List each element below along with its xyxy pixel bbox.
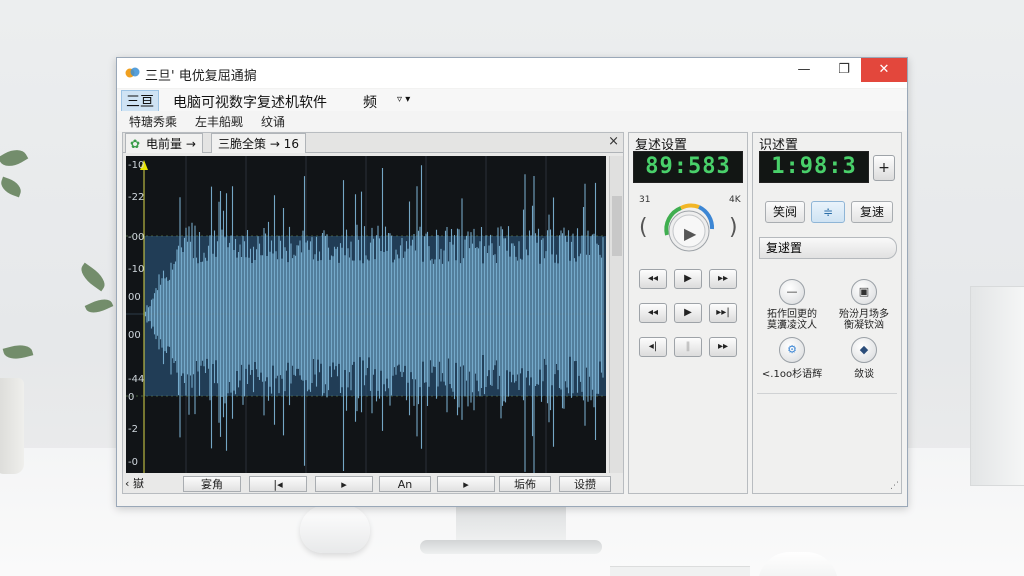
scrollbar-thumb[interactable] — [612, 196, 622, 256]
waveform-panel: ✿ 电前量 → 三脆全策 → 16 × -10 -22 -00 -10 00 00 -44 0… — [122, 132, 624, 494]
y-axis-label: -0 — [128, 457, 138, 468]
y-axis-label: -2 — [128, 424, 138, 435]
y-axis-label: -10 — [128, 160, 144, 171]
playback-time-display: 89:583 — [633, 151, 743, 183]
toolbar-item-2[interactable]: 左丰船觋 — [195, 113, 243, 130]
settings-button-1[interactable]: 笑阋 — [765, 201, 805, 223]
pause-button[interactable]: ‖ — [674, 337, 702, 357]
dial-bracket-left: ( — [639, 215, 648, 240]
y-axis-label: -10 — [128, 264, 144, 275]
icon-caption-3: <.1oo杉语辉 — [761, 369, 823, 380]
tab-waveform-2[interactable]: 三脆全策 → 16 — [211, 133, 306, 153]
speed-icon[interactable]: ◆ — [851, 337, 877, 363]
menu-item-main[interactable]: 三亘 — [121, 90, 159, 112]
keyboard — [610, 566, 750, 576]
icon-caption-4: 敛谈 — [854, 369, 874, 380]
plant-leaf — [76, 262, 110, 292]
maximize-button[interactable]: ❐ — [827, 58, 861, 82]
leaf-icon: ✿ — [130, 137, 141, 151]
waveform-graph: -10 -22 -00 -10 00 00 -44 0 -2 -0 — [126, 156, 606, 474]
settings-display: 1:98:3 — [759, 151, 869, 183]
play-button[interactable]: ▶ — [674, 269, 702, 289]
transport-button-5[interactable]: ▸ — [437, 476, 495, 492]
toolbar-item-3[interactable]: 纹诵 — [261, 113, 285, 130]
y-axis-label: 00 — [128, 292, 141, 303]
playback-panel: 复述设置 89:583 31 4K ( ) ▶ ◂◂ ▶ ▸▸ ◂◂ ▶ ▸▸|… — [628, 132, 748, 494]
y-axis-label: 0 — [128, 392, 134, 403]
skip-start-button[interactable]: ◂| — [639, 337, 667, 357]
increment-button[interactable]: + — [873, 155, 895, 181]
plant-leaf — [0, 144, 29, 172]
toolbar-item-1[interactable]: 特瑭秀乘 — [129, 113, 177, 130]
settings-gear-icon[interactable]: ⚙ — [779, 337, 805, 363]
minimize-button[interactable]: — — [787, 58, 821, 82]
dial-left-label: 31 — [639, 195, 651, 205]
transport-button-7[interactable]: 设攒 — [559, 476, 611, 492]
settings-panel: 识述置 1:98:3 + 笑阋 ≑ 复速 复逑置 — 拓作回更的 莫瀵凌汶人 ▣… — [752, 132, 902, 494]
section-header[interactable]: 复逑置 — [759, 237, 897, 259]
waveform-display[interactable]: -10 -22 -00 -10 00 00 -44 0 -2 -0 — [126, 156, 606, 474]
panel-empty-area — [757, 393, 897, 489]
record-icon[interactable]: ▣ — [851, 279, 877, 305]
settings-button-2[interactable]: ≑ — [811, 201, 845, 223]
y-axis-label: -22 — [128, 192, 144, 203]
close-button[interactable]: ✕ — [861, 58, 907, 82]
minus-icon[interactable]: — — [779, 279, 805, 305]
skip-end-button[interactable]: ▸▸| — [709, 303, 737, 323]
plant-leaf — [0, 176, 24, 198]
icon-caption-1b: 莫瀵凌汶人 — [767, 320, 817, 331]
menu-item-app-name[interactable]: 电脑可视数字复述机软件 — [173, 92, 327, 112]
app-window: 三旦' 电优复屈通掮 — ❐ ✕ 三亘 电脑可视数字复述机软件 频 ▿ ▾ 特瑭… — [116, 57, 908, 507]
plant-pot — [0, 378, 24, 474]
menu-item-frequency[interactable]: 频 — [363, 92, 377, 112]
icon-caption-2a: 殆汾月场多 — [839, 309, 889, 320]
play-icon: ▶ — [684, 224, 697, 243]
settings-button-3[interactable]: 复速 — [851, 201, 893, 223]
menu-dropdown[interactable]: ▿ ▾ — [397, 94, 410, 105]
y-axis-label: -00 — [128, 232, 144, 243]
tab-label: 电前量 → — [146, 137, 196, 151]
y-axis-label: -44 — [128, 374, 144, 385]
rewind-button-2[interactable]: ◂◂ — [639, 303, 667, 323]
fast-forward-button-2[interactable]: ▸▸ — [709, 337, 737, 357]
waveform-tabs: ✿ 电前量 → 三脆全策 → 16 × — [123, 133, 623, 153]
mouse — [300, 505, 370, 553]
y-axis-label: 00 — [128, 330, 141, 341]
resize-grip-icon[interactable]: ⋰ — [890, 481, 899, 491]
app-logo-icon — [125, 67, 140, 78]
fast-forward-button[interactable]: ▸▸ — [709, 269, 737, 289]
dial-bracket-right: ) — [729, 215, 738, 240]
secondary-toolbar: 特瑭秀乘 左丰船觋 纹诵 — [117, 111, 907, 131]
tab-waveform-1[interactable]: ✿ 电前量 → — [125, 133, 203, 153]
rewind-button[interactable]: ◂◂ — [639, 269, 667, 289]
close-tab-icon[interactable]: × — [608, 134, 619, 149]
icon-caption-1a: 拓作回更的 — [767, 309, 817, 320]
waveform-path — [144, 165, 604, 474]
transport-button-2[interactable]: |◂ — [249, 476, 307, 492]
play-button-2[interactable]: ▶ — [674, 303, 702, 323]
transport-prev[interactable]: ‹ 嶽 — [125, 476, 165, 492]
icon-caption-2b: 衡凝钦汹 — [844, 320, 884, 331]
vertical-scrollbar[interactable] — [609, 156, 623, 473]
transport-button-4[interactable]: An — [379, 476, 431, 492]
speaker — [970, 286, 1024, 486]
plant-leaf — [84, 295, 114, 317]
plant-leaf — [2, 341, 34, 363]
transport-button-1[interactable]: 宴角 — [183, 476, 241, 492]
window-title: 三旦' 电优复屈通掮 — [145, 69, 257, 84]
transport-button-3[interactable]: ▸ — [315, 476, 373, 492]
title-bar: 三旦' 电优复屈通掮 — ❐ ✕ — [117, 58, 907, 88]
transport-bar: ‹ 嶽 宴角 |◂ ▸ An ▸ 垢佈 设攒 — [123, 475, 623, 493]
monitor-stand-base — [420, 540, 602, 554]
transport-button-6[interactable]: 垢佈 — [499, 476, 551, 492]
menu-bar: 三亘 电脑可视数字复述机软件 频 ▿ ▾ — [117, 89, 907, 112]
dial-right-label: 4K — [729, 195, 741, 205]
